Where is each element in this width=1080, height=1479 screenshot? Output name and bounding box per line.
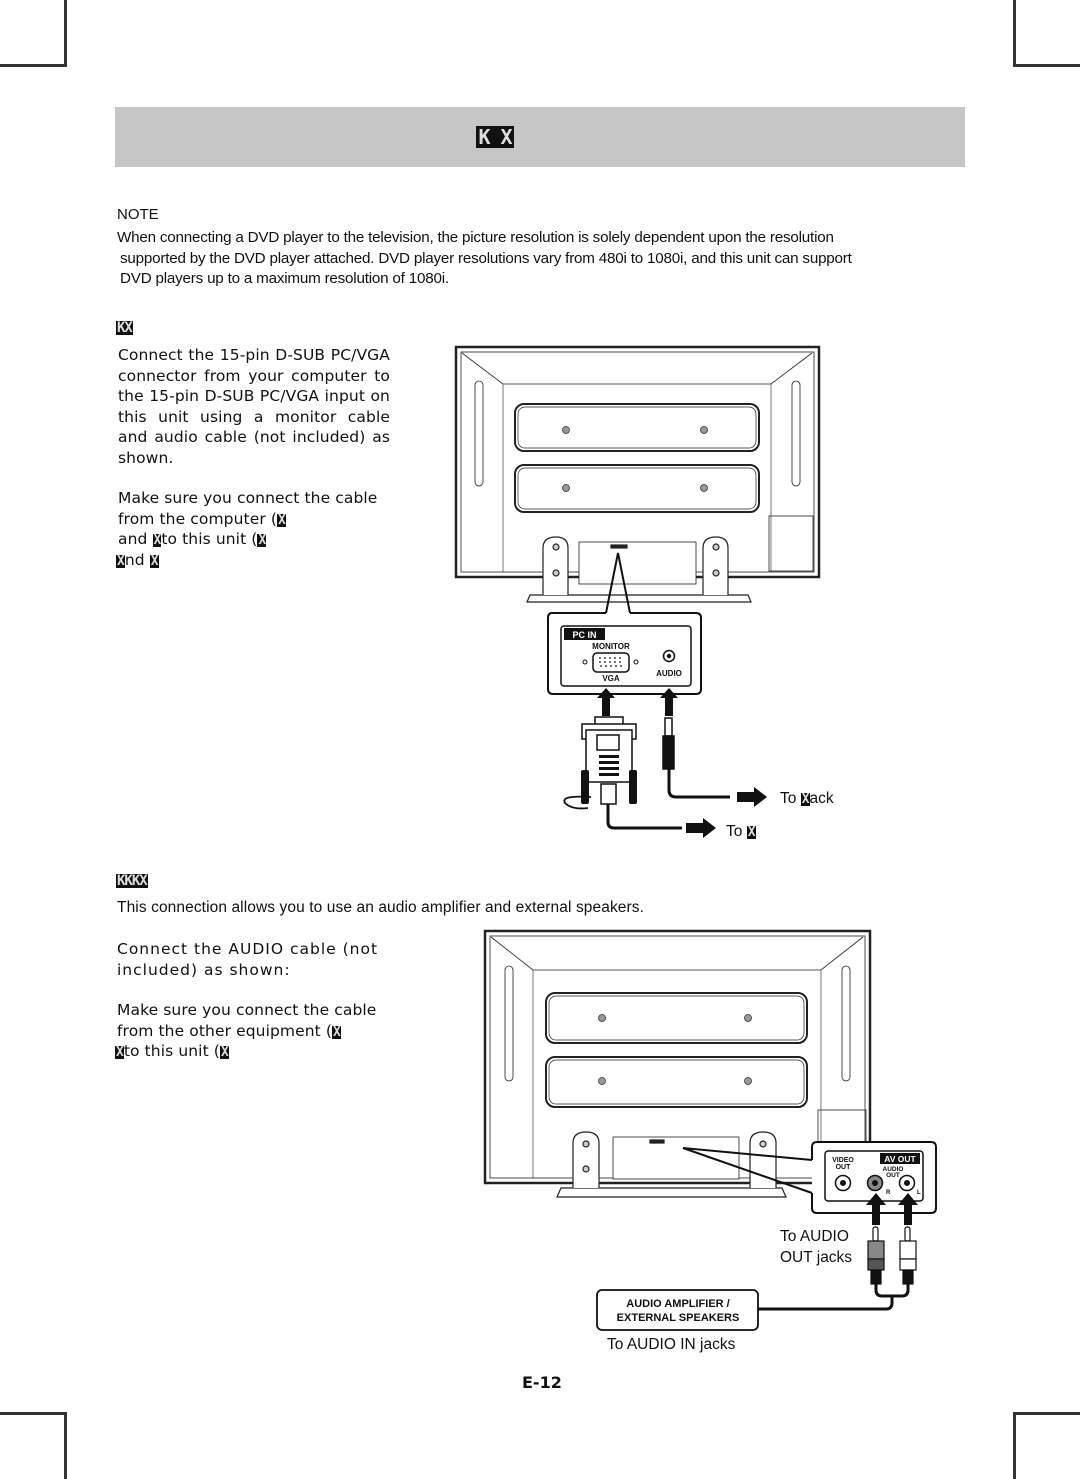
audio-cable-line: Make sure you connect the cable bbox=[117, 1001, 377, 1019]
l-label: L bbox=[917, 1190, 921, 1196]
vga-label: VGA bbox=[602, 674, 620, 683]
vga-port bbox=[592, 652, 630, 673]
pc-cable-line: and Xto this unit (X bbox=[118, 529, 390, 550]
tv-stand bbox=[526, 536, 752, 603]
pc-in-panel: PC IN MONITOR VGA AUDIO bbox=[547, 612, 702, 695]
to-audio-out-label: To AUDIO OUT jacks bbox=[780, 1226, 852, 1268]
text-line: OUT jacks bbox=[780, 1249, 853, 1266]
note-line: supported by the DVD player attached. DV… bbox=[120, 249, 852, 267]
pc-section-heading-text: KX bbox=[116, 320, 133, 336]
text-run: To bbox=[780, 790, 801, 807]
to-audio-jack-label: To Xack bbox=[780, 788, 834, 809]
video-out-label-1: VIDEO bbox=[832, 1157, 854, 1164]
missing-glyph: X bbox=[332, 1024, 341, 1040]
missing-glyph: X bbox=[116, 553, 125, 569]
tv-stand bbox=[556, 1131, 787, 1198]
device-label-2: EXTERNAL SPEAKERS bbox=[617, 1312, 740, 1324]
note-body: When connecting a DVD player to the tele… bbox=[117, 228, 965, 290]
missing-glyph: X bbox=[219, 1045, 229, 1060]
text-run: nd bbox=[124, 550, 150, 569]
text-run: to this unit ( bbox=[161, 530, 258, 548]
audio-amplifier-box: AUDIO AMPLIFIER / EXTERNAL SPEAKERS bbox=[596, 1289, 759, 1331]
audio-section-heading-text: KKKX bbox=[116, 873, 148, 889]
missing-glyph: X bbox=[149, 553, 159, 569]
section-title: K X bbox=[476, 125, 514, 149]
text-run: from the other equipment ( bbox=[117, 1021, 333, 1040]
audio-cable-plug bbox=[662, 717, 730, 799]
audio-label: AUDIO bbox=[656, 669, 682, 678]
pc-cable-line: Xnd X bbox=[116, 550, 390, 571]
crop-mark-top-right bbox=[1013, 0, 1080, 67]
crop-mark-top-left bbox=[0, 0, 67, 67]
missing-glyph: X bbox=[257, 533, 267, 548]
audio-cable-paragraph: Make sure you connect the cable from the… bbox=[115, 1000, 392, 1062]
audio-out-label-2: OUT bbox=[886, 1172, 900, 1179]
text-line: To AUDIO bbox=[780, 1228, 849, 1245]
audio-intro: This connection allows you to use an aud… bbox=[117, 899, 645, 916]
missing-glyph: X bbox=[115, 1045, 124, 1060]
text-run: from the computer ( bbox=[118, 509, 277, 528]
pc-cable-line: from the computer (X bbox=[118, 509, 390, 530]
audio-section-heading: KKKX bbox=[116, 873, 148, 889]
missing-glyph: X bbox=[152, 533, 162, 548]
text-run: To bbox=[726, 823, 747, 840]
monitor-label: MONITOR bbox=[592, 642, 630, 651]
crop-mark-bottom-left bbox=[0, 1412, 67, 1479]
audio-cable-line: Xto this unit (X bbox=[115, 1041, 392, 1062]
page-number: E-12 bbox=[522, 1373, 562, 1392]
audio-cable-line: from the other equipment (X bbox=[117, 1021, 392, 1042]
video-out-label-2: OUT bbox=[836, 1164, 852, 1171]
pc-instructions-paragraph: Connect the 15-pin D-SUB PC/VGA connecto… bbox=[118, 346, 390, 467]
pc-cable-paragraph: Make sure you connect the cable from the… bbox=[116, 488, 390, 571]
note-line: DVD players up to a maximum resolution o… bbox=[120, 270, 449, 287]
wall-mount-screws bbox=[598, 1014, 752, 1085]
audio-instructions-paragraph: Connect the AUDIO cable (not included) a… bbox=[117, 940, 379, 979]
note-line: When connecting a DVD player to the tele… bbox=[117, 229, 834, 246]
missing-glyph: X bbox=[277, 512, 286, 528]
to-audio-in-label: To AUDIO IN jacks bbox=[607, 1336, 736, 1353]
text-run: ack bbox=[809, 790, 834, 807]
section-title-bar: K X bbox=[115, 107, 965, 167]
pc-cable-line: Make sure you connect the cable bbox=[118, 489, 378, 507]
missing-glyph: X bbox=[800, 792, 810, 807]
tv-rear-pc-diagram: PC IN MONITOR VGA AUDIO bbox=[454, 345, 821, 838]
device-label-1: AUDIO AMPLIFIER / bbox=[626, 1298, 729, 1310]
r-label: R bbox=[886, 1190, 891, 1196]
text-run: and bbox=[118, 530, 153, 548]
missing-glyph: X bbox=[746, 825, 756, 840]
wall-mount-screws bbox=[562, 426, 708, 492]
note-label: NOTE bbox=[117, 206, 159, 223]
av-out-tag: AV OUT bbox=[884, 1154, 916, 1164]
to-monitor-label: To X bbox=[726, 821, 756, 842]
crop-mark-bottom-right bbox=[1013, 1412, 1080, 1479]
pc-section-heading: KX bbox=[116, 320, 133, 336]
pc-in-tag: PC IN bbox=[572, 630, 596, 640]
text-run: to this unit ( bbox=[123, 1042, 220, 1060]
tv-rear-audio-diagram: VIDEO OUT AV OUT AUDIO OUT R L AUDIO AMP… bbox=[483, 929, 937, 1331]
